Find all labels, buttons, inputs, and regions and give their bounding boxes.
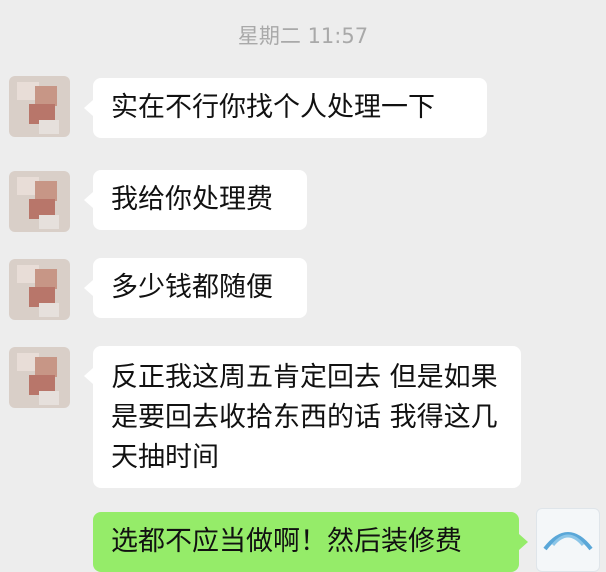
self-avatar-icon[interactable] bbox=[536, 508, 600, 572]
chat-timestamp: 星期二 11:57 bbox=[237, 24, 369, 48]
message-bubble[interactable]: 选都不应当做啊！然后装修费 bbox=[93, 512, 528, 572]
profile-avatar-icon bbox=[543, 532, 593, 551]
message-bubble[interactable]: 反正我这周五肯定回去 但是如果是要回去收拾东西的话 我得这几天抽时间 bbox=[84, 346, 521, 488]
contact-avatar-icon[interactable] bbox=[9, 259, 70, 320]
contact-avatar-icon[interactable] bbox=[9, 171, 70, 232]
message-bubble[interactable]: 实在不行你找个人处理一下 bbox=[84, 78, 487, 138]
message-bubble[interactable]: 我给你处理费 bbox=[84, 170, 307, 230]
contact-avatar-icon[interactable] bbox=[9, 76, 70, 137]
message-bubble[interactable]: 多少钱都随便 bbox=[84, 258, 307, 318]
contact-avatar-icon[interactable] bbox=[9, 347, 70, 408]
